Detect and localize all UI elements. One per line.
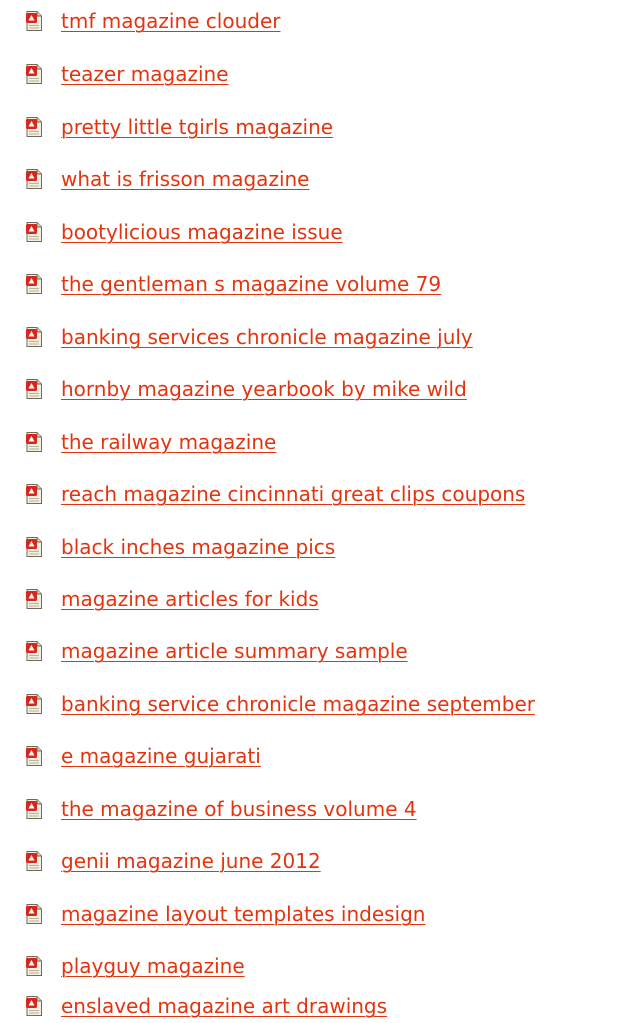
pdf-document-icon [26, 851, 42, 871]
pdf-document-icon [26, 11, 42, 31]
list-item: the magazine of business volume 4 [0, 796, 619, 824]
document-link[interactable]: tmf magazine clouder [61, 8, 281, 34]
document-link[interactable]: bootylicious magazine issue [61, 219, 343, 245]
list-item: bootylicious magazine issue [0, 219, 619, 247]
pdf-document-icon [26, 904, 42, 924]
list-item: pretty little tgirls magazine [0, 114, 619, 142]
pdf-document-icon [26, 589, 42, 609]
pdf-document-icon [26, 432, 42, 452]
pdf-document-icon [26, 222, 42, 242]
document-link[interactable]: the railway magazine [61, 429, 276, 455]
list-item: banking service chronicle magazine septe… [0, 691, 619, 719]
document-link[interactable]: the magazine of business volume 4 [61, 796, 417, 822]
list-item: magazine articles for kids [0, 586, 619, 614]
list-item: reach magazine cincinnati great clips co… [0, 481, 619, 509]
document-link[interactable]: teazer magazine [61, 61, 229, 87]
pdf-document-icon [26, 484, 42, 504]
document-link[interactable]: playguy magazine [61, 953, 245, 979]
document-link[interactable]: magazine articles for kids [61, 586, 319, 612]
document-link[interactable]: reach magazine cincinnati great clips co… [61, 481, 525, 507]
pdf-document-icon [26, 169, 42, 189]
pdf-document-icon [26, 746, 42, 766]
document-link[interactable]: black inches magazine pics [61, 534, 335, 560]
pdf-document-icon [26, 379, 42, 399]
list-item: tmf magazine clouder [0, 8, 619, 36]
document-link[interactable]: banking services chronicle magazine july [61, 324, 473, 350]
list-item: hornby magazine yearbook by mike wild [0, 376, 619, 404]
pdf-document-icon [26, 799, 42, 819]
pdf-document-icon [26, 694, 42, 714]
pdf-document-icon [26, 537, 42, 557]
list-item: the gentleman s magazine volume 79 [0, 271, 619, 299]
list-item: playguy magazine [0, 953, 619, 981]
pdf-document-icon [26, 327, 42, 347]
document-link[interactable]: pretty little tgirls magazine [61, 114, 333, 140]
document-link[interactable]: enslaved magazine art drawings [61, 993, 387, 1019]
pdf-document-icon [26, 274, 42, 294]
list-item: genii magazine june 2012 [0, 848, 619, 876]
document-link[interactable]: what is frisson magazine [61, 166, 309, 192]
list-item: e magazine gujarati [0, 743, 619, 771]
document-link[interactable]: genii magazine june 2012 [61, 848, 321, 874]
document-link[interactable]: e magazine gujarati [61, 743, 261, 769]
document-link[interactable]: magazine article summary sample [61, 638, 408, 664]
pdf-document-icon [26, 996, 42, 1016]
document-link[interactable]: banking service chronicle magazine septe… [61, 691, 535, 717]
list-item: magazine article summary sample [0, 638, 619, 666]
list-item: the railway magazine [0, 429, 619, 457]
document-link[interactable]: hornby magazine yearbook by mike wild [61, 376, 467, 402]
document-link[interactable]: magazine layout templates indesign [61, 901, 425, 927]
list-item: what is frisson magazine [0, 166, 619, 194]
list-item: enslaved magazine art drawings [0, 993, 619, 1021]
list-item: black inches magazine pics [0, 534, 619, 562]
list-item: banking services chronicle magazine july [0, 324, 619, 352]
list-item: magazine layout templates indesign [0, 901, 619, 929]
pdf-document-icon [26, 956, 42, 976]
list-item: teazer magazine [0, 61, 619, 89]
pdf-document-icon [26, 641, 42, 661]
pdf-document-icon [26, 117, 42, 137]
pdf-document-icon [26, 64, 42, 84]
document-link[interactable]: the gentleman s magazine volume 79 [61, 271, 441, 297]
